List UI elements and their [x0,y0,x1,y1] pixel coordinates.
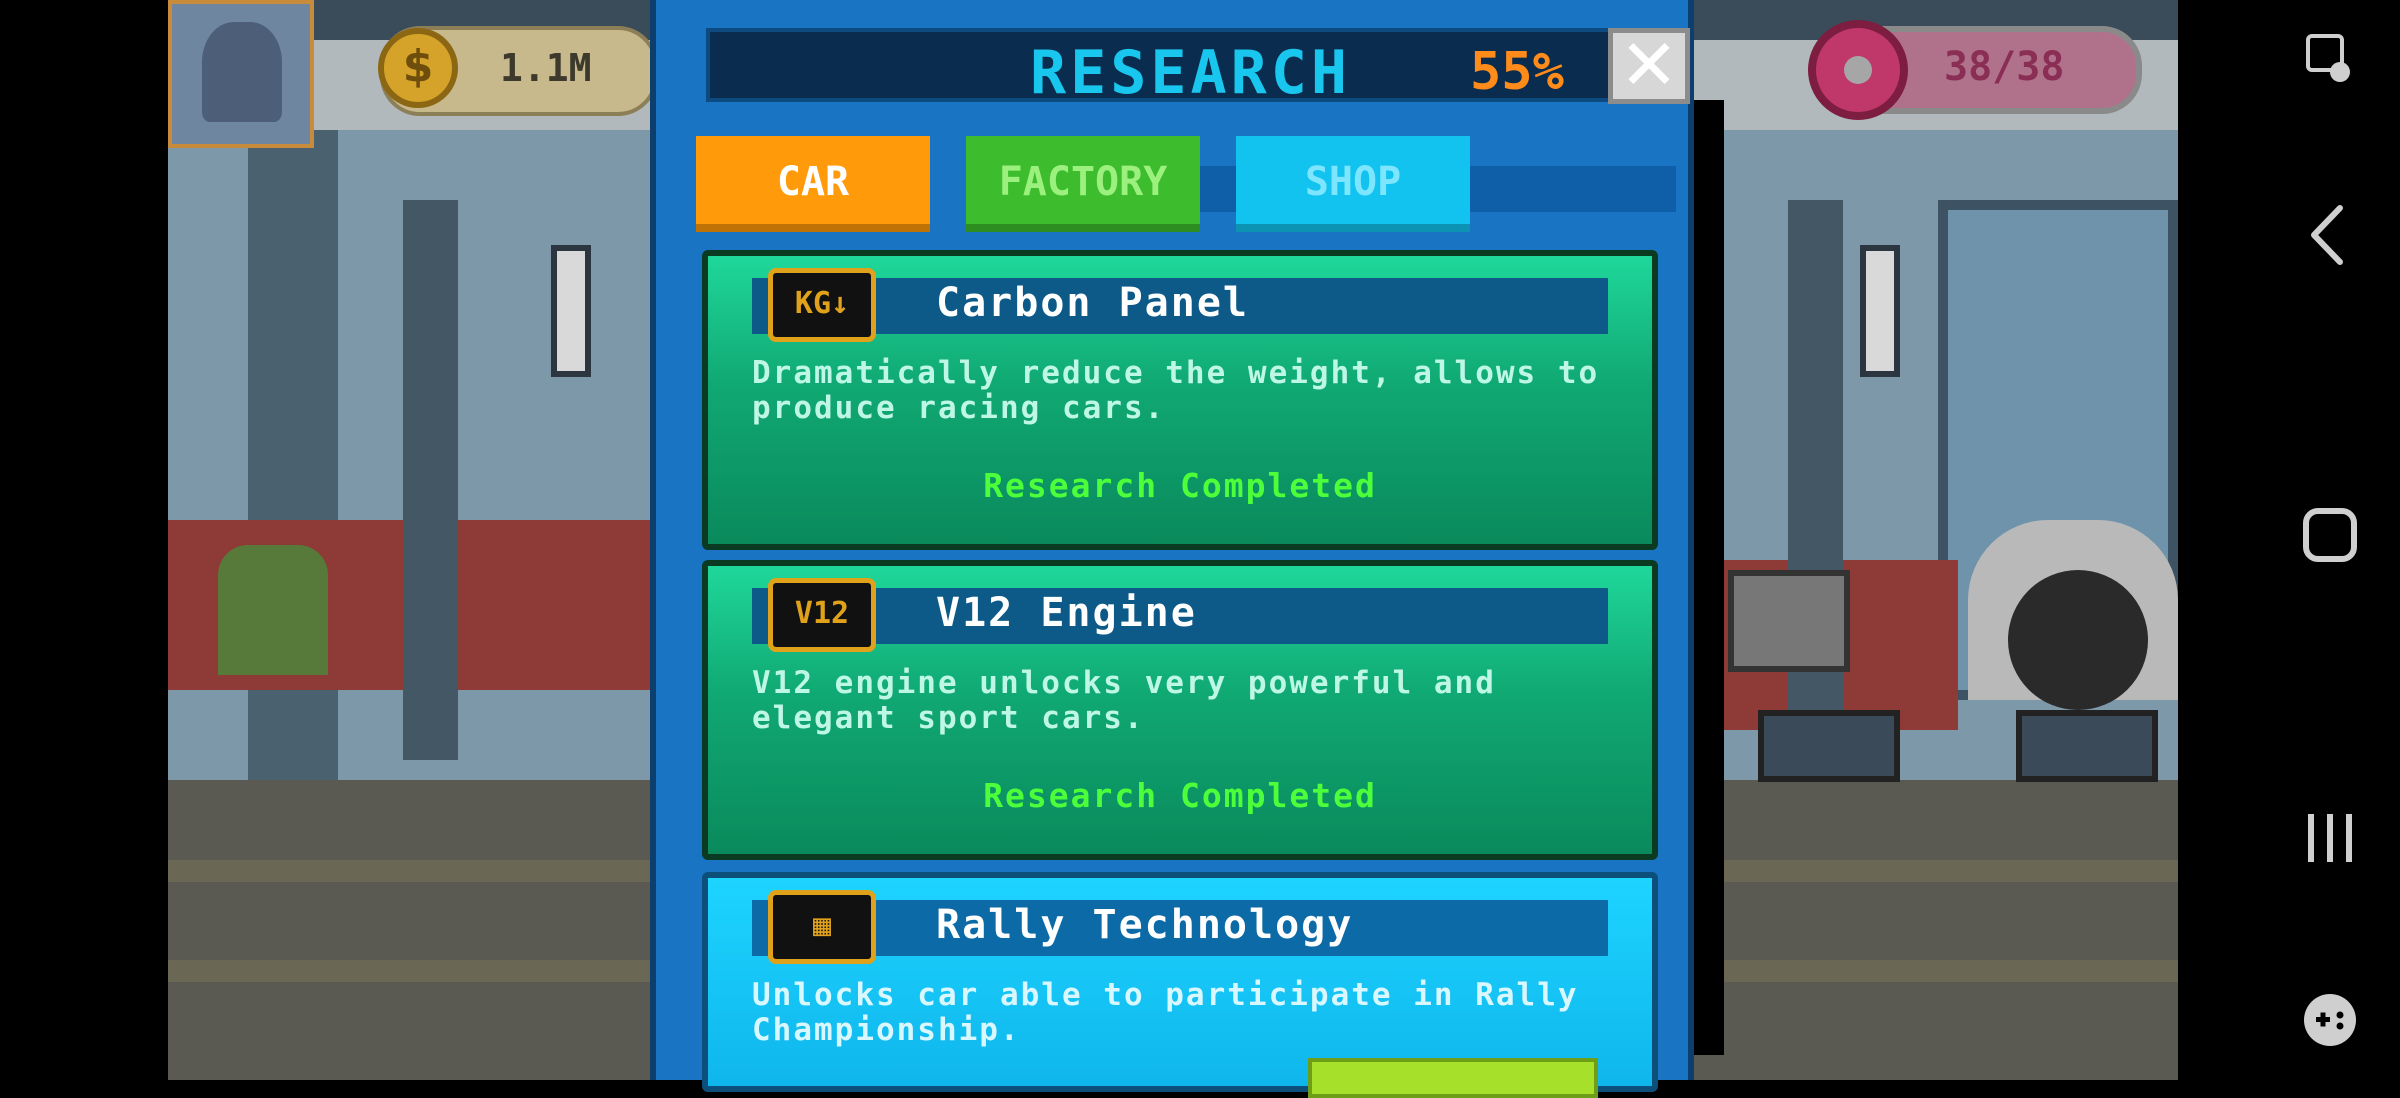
right-pillar [1788,200,1843,760]
research-item-rally-technology[interactable]: ▦ Rally Technology Unlocks car able to p… [702,872,1658,1098]
game-tools-icon[interactable] [2300,990,2360,1050]
donut-icon [1808,20,1908,120]
research-item-v12-engine[interactable]: V12 V12 Engine V12 engine unlocks very p… [702,560,1658,860]
research-item-carbon-panel[interactable]: KG↓ Carbon Panel Dramatically reduce the… [702,250,1658,550]
research-item-title: V12 Engine [936,590,1197,636]
car-wheel [2008,570,2148,710]
research-item-description: Dramatically reduce the weight, allows t… [752,355,1600,426]
close-button[interactable]: ✕ [1608,28,1690,104]
plant [218,545,328,675]
research-title-bar: RESEARCH 55% [706,28,1626,108]
coin-icon: $ [378,28,458,108]
avatar-icon [202,22,282,122]
tab-factory[interactable]: FACTORY [966,136,1200,232]
research-item-status: Research Completed [983,466,1377,505]
research-button[interactable] [1308,1058,1598,1098]
v12-engine-icon: V12 [768,578,876,652]
home-icon[interactable] [2300,505,2360,565]
rally-flag-icon: ▦ [768,890,876,964]
research-item-status: Research Completed [983,776,1377,815]
wall-lamp-right [1860,245,1900,377]
tab-car[interactable]: CAR [696,136,930,232]
coin-value: 1.1M [500,46,592,90]
wall-lamp [551,245,591,377]
player-avatar[interactable] [168,0,314,148]
screenshot-edit-icon[interactable] [2300,30,2360,90]
engine-part [1728,570,1850,672]
panel-shadow [1694,100,1724,1055]
research-item-description: V12 engine unlocks very powerful and ele… [752,665,1496,736]
back-icon[interactable] [2300,200,2360,270]
research-percent: 55% [1470,42,1564,102]
research-panel: RESEARCH 55% ✕ CAR FACTORY SHOP KG↓ Carb… [650,0,1694,1098]
research-title: RESEARCH [1030,38,1351,108]
android-navigation-bar [2178,0,2400,1080]
tab-shop[interactable]: SHOP [1236,136,1470,232]
left-door-frame [248,130,338,830]
research-item-title: Carbon Panel [936,280,1249,326]
donut-value: 38/38 [1944,44,2065,90]
parts-cart [2016,710,2158,782]
research-item-title: Rally Technology [936,902,1354,948]
parts-cart [1758,710,1900,782]
left-pillar [403,200,458,760]
recents-icon[interactable] [2300,808,2360,868]
weight-kg-icon: KG↓ [768,268,876,342]
research-item-description: Unlocks car able to participate in Rally… [752,977,1579,1048]
